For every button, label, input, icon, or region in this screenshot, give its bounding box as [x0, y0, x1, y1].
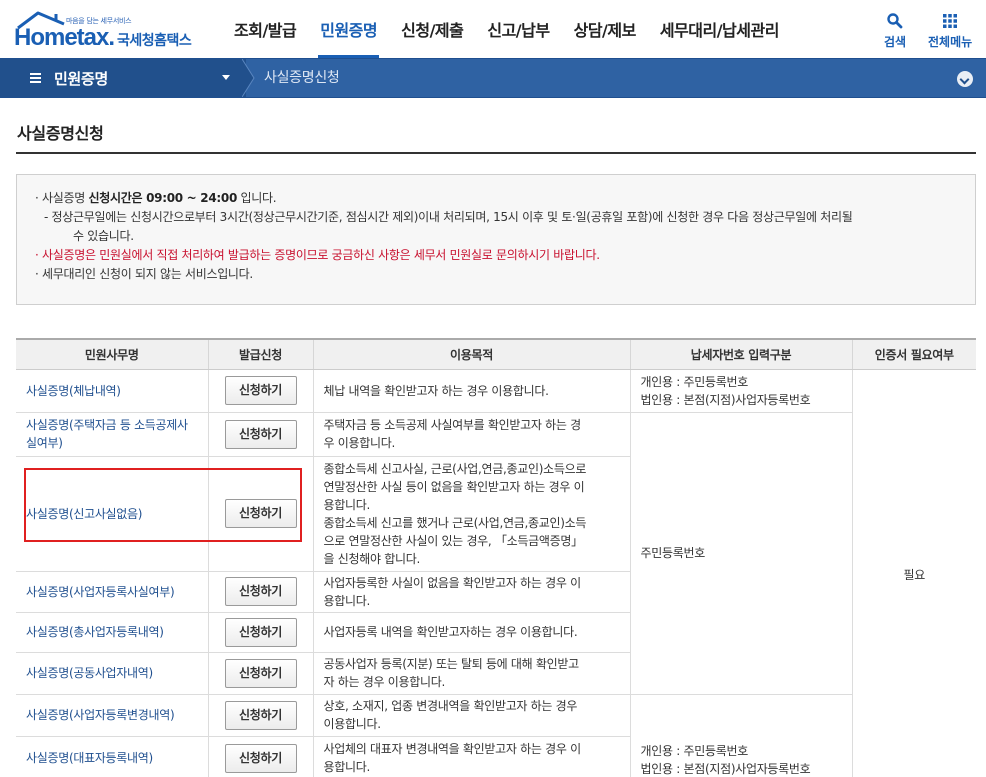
- service-name[interactable]: 사실증명(대표자등록내역): [16, 736, 208, 777]
- purpose-text: 체납 내역을 확인받고자 하는 경우 이용합니다.: [312, 369, 630, 413]
- notice-line-hours: · 사실증명 신청시간은 09:00 ~ 24:00 입니다.: [35, 191, 277, 205]
- apply-button[interactable]: 신청하기: [224, 419, 297, 449]
- purpose-text: 사업자등록한 사실이 없음을 확인받고자 하는 경우 이 용합니다.: [312, 571, 630, 613]
- taxpayer-type-group1: 개인용 : 주민등록번호 법인용 : 본점(지점)사업자등록번호: [629, 369, 852, 413]
- header: 마음을 담는 세무서비스 Hometax. 국세청홈택스 조회/발급 민원증명 …: [0, 0, 986, 58]
- purpose-text: 종합소득세 신고사실, 근로(사업,연금,종교인)소득으로 연말정산한 사실 등이…: [312, 456, 630, 572]
- apply-button[interactable]: 신청하기: [224, 499, 297, 528]
- nav-item-consult-report[interactable]: 상담/제보: [562, 0, 648, 58]
- title-divider: [16, 152, 976, 154]
- breadcrumb-current[interactable]: 사실증명신청: [264, 59, 340, 97]
- logo-text: Hometax.: [14, 24, 115, 51]
- service-name[interactable]: 사실증명(사업자등록변경내역): [16, 694, 208, 737]
- notice-line-inquiry: · 사실증명은 민원실에서 직접 처리하여 발급하는 증명이므로 궁금하신 사항…: [35, 248, 600, 262]
- hamburger-icon: [30, 73, 41, 83]
- purpose-text: 사업자등록 내역을 확인받고자하는 경우 이용합니다.: [312, 612, 630, 653]
- table-row: 사실증명(사업자등록변경내역) 신청하기 상호, 소재지, 업종 변경내역을 확…: [16, 694, 976, 777]
- nav-item-report-payment[interactable]: 신고/납부: [475, 0, 561, 58]
- search-label: 검색: [884, 35, 907, 49]
- table-row: 사실증명(체납내역) 신청하기 체납 내역을 확인받고자 하는 경우 이용합니다…: [16, 369, 976, 777]
- taxpayer-type-group2: 주민등록번호: [629, 412, 852, 695]
- cert-required-value: 필요: [851, 369, 976, 777]
- table-header-row: 민원사무명 발급신청 이용목적 납세자번호 입력구분 인증서 필요여부: [16, 338, 976, 370]
- nav-item-civil-certificate[interactable]: 민원증명: [308, 0, 389, 58]
- purpose-text: 주택자금 등 소득공제 사실여부를 확인받고자 하는 경우 이용합니다.: [312, 412, 630, 457]
- header-cert-required: 인증서 필요여부: [851, 338, 976, 370]
- notice-box: · 사실증명 신청시간은 09:00 ~ 24:00 입니다. - 정상근무일에…: [16, 174, 976, 305]
- header-service-name: 민원사무명: [16, 338, 208, 370]
- nav-item-tax-agent[interactable]: 세무대리/납세관리: [648, 0, 791, 58]
- service-name[interactable]: 사실증명(체납내역): [16, 369, 208, 413]
- all-menu-label: 전체메뉴: [928, 35, 973, 49]
- grid-menu-icon: [943, 14, 958, 28]
- taxpayer-type-group3: 개인용 : 주민등록번호 법인용 : 본점(지점)사업자등록번호: [629, 694, 852, 777]
- page-title: 사실증명신청: [17, 124, 104, 143]
- breadcrumb-separator-icon: [242, 59, 255, 97]
- header-purpose: 이용목적: [312, 338, 630, 370]
- notice-line-agent: · 세무대리인 신청이 되지 않는 서비스입니다.: [35, 267, 253, 281]
- all-menu-button[interactable]: 전체메뉴: [928, 12, 972, 50]
- chevron-down-icon: [222, 75, 230, 80]
- expand-toggle-icon[interactable]: [957, 71, 973, 87]
- section-title: 민원증명: [54, 69, 109, 88]
- apply-button[interactable]: 신청하기: [224, 617, 297, 647]
- service-name[interactable]: 사실증명(주택자금 등 소득공제사실여부): [16, 412, 208, 457]
- purpose-text: 공동사업자 등록(지분) 또는 탈퇴 등에 대해 확인받고 자 하는 경우 이용합…: [312, 652, 630, 695]
- service-name[interactable]: 사실증명(총사업자등록내역): [16, 612, 208, 653]
- service-name[interactable]: 사실증명(사업자등록사실여부): [16, 571, 208, 613]
- service-name[interactable]: 사실증명(신고사실없음): [16, 456, 208, 572]
- table-row: 사실증명(주택자금 등 소득공제사실여부) 신청하기 주택자금 등 소득공제 사…: [16, 412, 976, 695]
- purpose-text: 상호, 소재지, 업종 변경내역을 확인받고자 하는 경우 이용합니다.: [312, 694, 630, 737]
- section-dropdown[interactable]: 민원증명: [0, 59, 246, 97]
- apply-button[interactable]: 신청하기: [224, 376, 297, 405]
- notice-line-processing: - 정상근무일에는 신청시간으로부터 3시간(정상근무시간기준, 점심시간 제외…: [44, 210, 853, 224]
- sub-navigation-bar: 민원증명 사실증명신청: [0, 58, 986, 98]
- apply-button[interactable]: 신청하기: [224, 658, 297, 688]
- header-taxpayer-number-type: 납세자번호 입력구분: [629, 338, 852, 370]
- header-apply: 발급신청: [207, 338, 313, 370]
- notice-line-processing-cont: 수 있습니다.: [73, 229, 134, 243]
- nav-item-application-submission[interactable]: 신청/제출: [389, 0, 475, 58]
- service-name[interactable]: 사실증명(공동사업자내역): [16, 652, 208, 695]
- main-navigation: 조회/발급 민원증명 신청/제출 신고/납부 상담/제보 세무대리/납세관리: [222, 0, 791, 58]
- apply-button[interactable]: 신청하기: [224, 700, 297, 730]
- apply-button[interactable]: 신청하기: [224, 577, 297, 606]
- apply-button[interactable]: 신청하기: [224, 743, 297, 773]
- search-icon: [887, 13, 903, 29]
- hometax-logo[interactable]: 마음을 담는 세무서비스 Hometax. 국세청홈택스: [14, 8, 199, 54]
- nav-item-lookup-issue[interactable]: 조회/발급: [222, 0, 308, 58]
- certificate-table: 민원사무명 발급신청 이용목적 납세자번호 입력구분 인증서 필요여부 사실증명…: [16, 338, 976, 777]
- purpose-text: 사업체의 대표자 변경내역을 확인받고자 하는 경우 이 용합니다.: [312, 736, 630, 777]
- logo-korean-text: 국세청홈택스: [117, 33, 192, 49]
- search-button[interactable]: 검색: [884, 12, 906, 50]
